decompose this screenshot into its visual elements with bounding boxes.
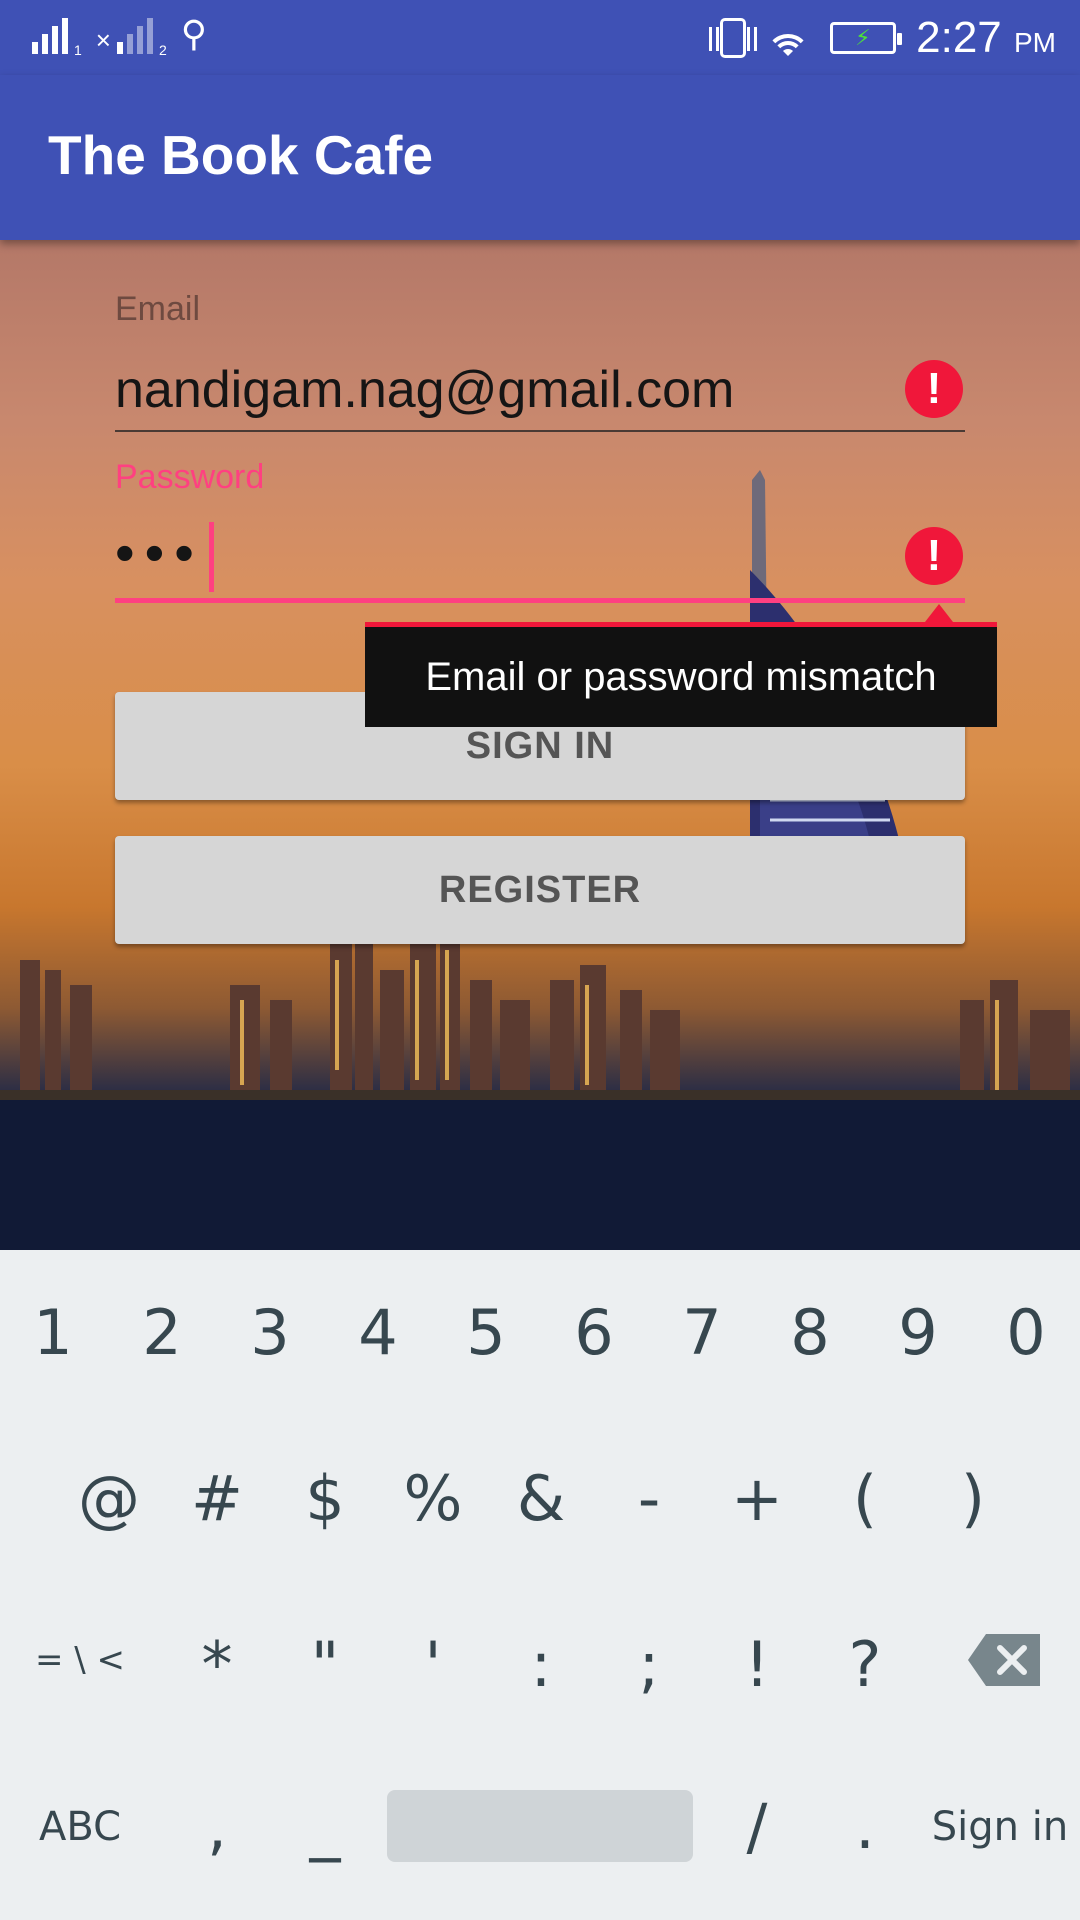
key-period[interactable]: . [830, 1790, 900, 1863]
key-hash[interactable]: # [182, 1462, 252, 1535]
key-underscore[interactable]: _ [290, 1790, 360, 1863]
key-abc[interactable]: ABC [30, 1804, 130, 1850]
key-minus[interactable]: - [614, 1462, 684, 1535]
register-button[interactable]: REGISTER [115, 836, 965, 944]
key-exclamation[interactable]: ! [722, 1628, 792, 1701]
password-underline [115, 598, 965, 603]
email-underline [115, 430, 965, 432]
key-sign-in-action[interactable]: Sign in [930, 1804, 1070, 1850]
no-data-icon: × [95, 25, 111, 55]
key-plus[interactable]: + [722, 1462, 792, 1535]
clock-time: 2:27 [916, 12, 1002, 62]
sim2-label: 2 [158, 42, 167, 58]
error-tooltip-arrow [925, 604, 953, 622]
key-4[interactable]: 4 [351, 1296, 405, 1369]
key-dollar[interactable]: $ [290, 1462, 360, 1535]
key-comma[interactable]: , [182, 1790, 252, 1863]
key-percent[interactable]: % [398, 1462, 468, 1535]
key-2[interactable]: 2 [135, 1296, 189, 1369]
sim1-label: 1 [74, 42, 82, 58]
status-bar: 1 × 2 ⚲ ⚡ 2:27 PM [0, 0, 1080, 75]
email-label: Email [115, 290, 201, 328]
usb-icon: ⚲ [180, 13, 208, 54]
text-cursor [209, 522, 214, 592]
app-bar: The Book Cafe [0, 75, 1080, 240]
key-9[interactable]: 9 [891, 1296, 945, 1369]
signal-sim2-icon [116, 14, 153, 54]
key-question[interactable]: ? [830, 1628, 900, 1701]
email-error-icon: ! [905, 360, 963, 418]
key-asterisk[interactable]: * [182, 1628, 252, 1701]
backspace-icon[interactable] [968, 1634, 1040, 1686]
key-single-quote[interactable]: ' [398, 1628, 468, 1701]
key-7[interactable]: 7 [675, 1296, 729, 1369]
space-bar[interactable] [387, 1790, 693, 1862]
password-label: Password [115, 458, 265, 496]
key-close-paren[interactable]: ) [938, 1462, 1008, 1535]
key-open-paren[interactable]: ( [830, 1462, 900, 1535]
key-semicolon[interactable]: ; [614, 1628, 684, 1701]
error-tooltip: Email or password mismatch [365, 622, 997, 727]
key-double-quote[interactable]: " [290, 1628, 360, 1701]
clock-ampm: PM [1014, 26, 1056, 58]
password-input[interactable]: ••• [115, 520, 204, 585]
battery-charging-icon: ⚡ [830, 21, 903, 54]
signal-sim1-icon [32, 14, 68, 54]
key-slash[interactable]: / [722, 1790, 792, 1863]
key-6[interactable]: 6 [567, 1296, 621, 1369]
vibrate-icon [709, 17, 758, 58]
key-ampersand[interactable]: & [506, 1462, 576, 1535]
key-at[interactable]: @ [74, 1462, 144, 1535]
clock: 2:27 PM [916, 13, 1056, 63]
key-more-symbols[interactable]: = \ < [20, 1640, 140, 1680]
key-8[interactable]: 8 [783, 1296, 837, 1369]
wifi-icon [766, 20, 811, 56]
email-input[interactable]: nandigam.nag@gmail.com [115, 360, 734, 420]
key-3[interactable]: 3 [243, 1296, 297, 1369]
key-5[interactable]: 5 [459, 1296, 513, 1369]
key-1[interactable]: 1 [26, 1296, 80, 1369]
password-error-icon: ! [905, 527, 963, 585]
key-colon[interactable]: : [506, 1628, 576, 1701]
key-0[interactable]: 0 [999, 1296, 1053, 1369]
app-title: The Book Cafe [48, 124, 434, 186]
error-tooltip-text: Email or password mismatch [425, 654, 937, 699]
